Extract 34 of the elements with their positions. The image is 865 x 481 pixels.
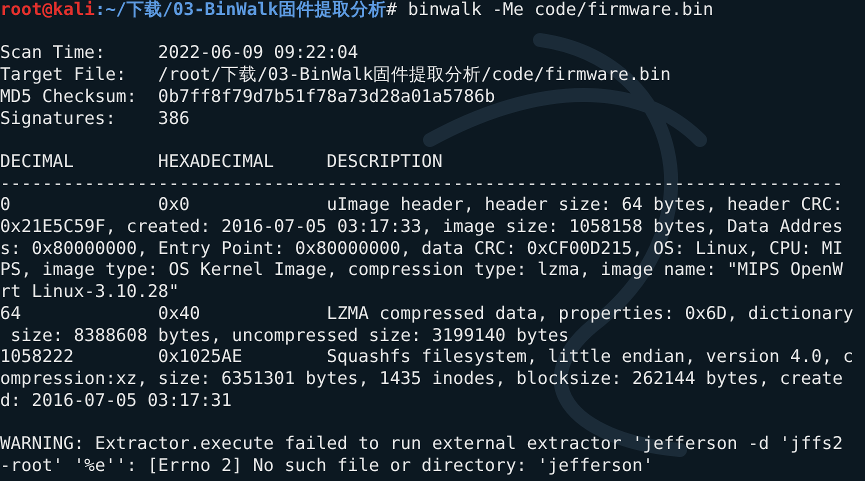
signature-description: LZMA compressed data, properties: 0x6D, dictionary [326,304,854,326]
info-value: 0b7ff8f79d7b51f78a73d28a01a5786b [158,86,496,108]
hex-offset: 0x1025AE [158,347,244,369]
warning-message: -root' '%e'': [Errno 2] No such file or directory: 'jefferson' [0,456,654,478]
description-continuation: 0x21E5C59F, created: 2016-07-05 03:17:33, image size: 1058158 bytes, Data Addres [0,217,843,239]
prompt-path: :~/下载/03-BinWalk固件提取分析 [94,0,386,20]
signature-description: uImage header, header size: 64 bytes, header CRC: [326,195,843,217]
command-text: binwalk -Me code/firmware.bin [408,0,714,20]
description-continuation: d: 2016-07-05 03:17:31 [0,390,232,412]
warning-message: WARNING: Extractor.execute failed to run external extractor 'jefferson -d 'jffs2 [0,434,843,456]
decimal-offset: 64 [0,304,22,326]
description-continuation: ompression:xz, size: 6351301 bytes, 1435 inodes, blocksize: 262144 bytes, create [0,368,843,391]
column-header: HEXADECIMAL [158,152,275,174]
info-value: /root/下载/03-BinWalk固件提取分析/code/firmware.bin [158,65,671,87]
description-continuation: s: 0x80000000, Entry Point: 0x80000000, data CRC: 0xCF00D215, OS: Linux, CPU: MI [0,238,843,260]
separator-line: -------------------------------------------------------------------------------- [0,174,843,196]
info-label: Target File: [0,65,128,87]
prompt-user-host: root@kali [0,0,95,20]
info-value: 386 [158,108,190,130]
info-label: Scan Time: [0,43,106,66]
prompt-symbol: # [386,0,397,20]
signature-description: Squashfs filesystem, little endian, version 4.0, c [326,347,854,369]
info-value: 2022-06-09 09:22:04 [158,43,358,66]
description-continuation: size: 8388608 bytes, uncompressed size: 3199140 bytes [10,326,569,348]
info-label: MD5 Checksum: [0,86,138,108]
description-continuation: PS, image type: OS Kernel Image, compression type: lzma, image name: "MIPS OpenW [0,260,843,282]
description-continuation: rt Linux-3.10.28" [0,282,180,304]
hex-offset: 0x40 [158,304,202,326]
info-label: Signatures: [0,108,117,130]
decimal-offset: 1058222 [0,347,75,369]
hex-offset: 0x0 [158,195,191,217]
column-header: DECIMAL [0,152,75,174]
column-header: DESCRIPTION [326,152,442,174]
decimal-offset: 0 [0,195,12,217]
